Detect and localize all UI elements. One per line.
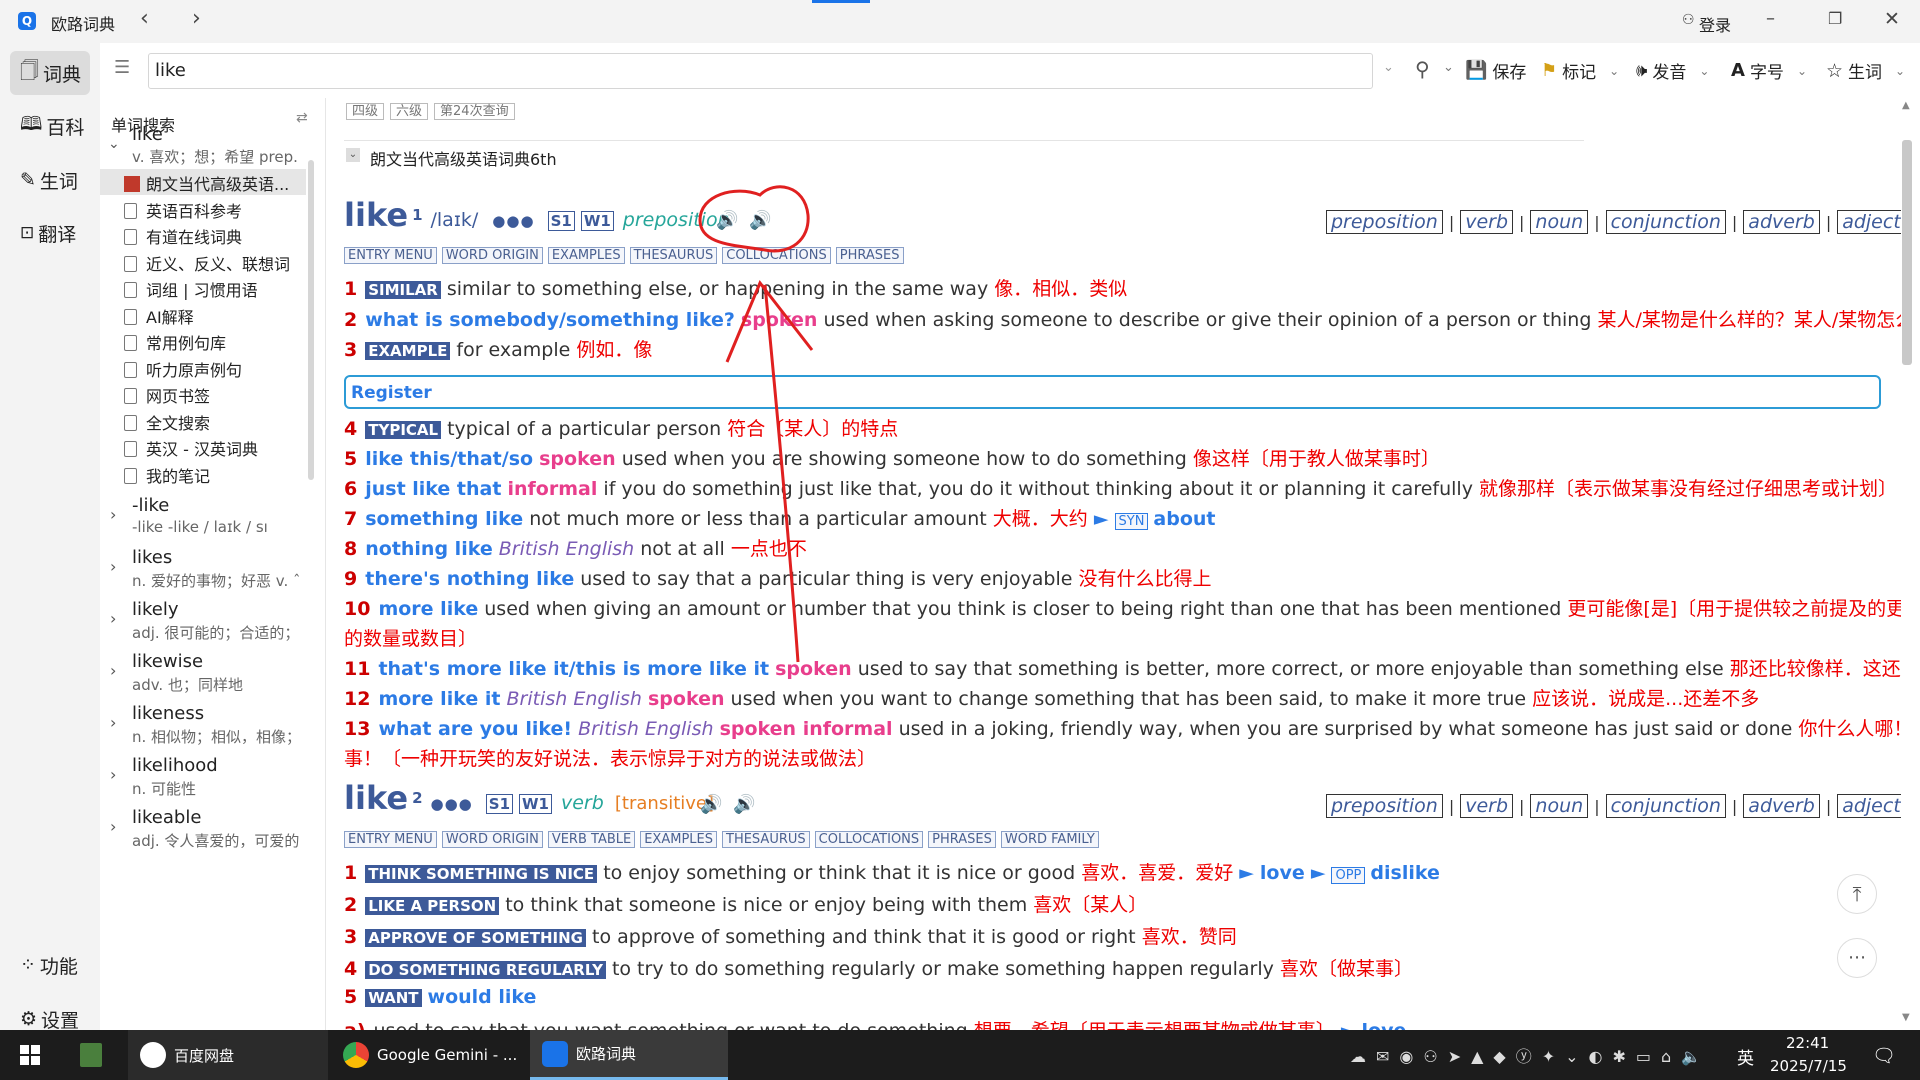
system-tray: ☁✉◉⚇➤▲◆ⓨ✦⌄◐✱▭⌂🔈	[1350, 1047, 1712, 1066]
clock-time[interactable]: 22:41	[1786, 1034, 1829, 1052]
taskbar-item-baidu[interactable]: 百度网盘	[128, 1030, 328, 1080]
windows-start-icon[interactable]	[20, 1045, 40, 1065]
ime-indicator[interactable]: 英	[1737, 1044, 1754, 1069]
notification-icon[interactable]: 🗨	[1872, 1044, 1896, 1067]
eudic-icon	[542, 1040, 568, 1067]
annotation-arrow-line	[763, 284, 800, 663]
red-annotation-overlay	[698, 185, 814, 663]
taskbar-item-eudic[interactable]: 欧路词典	[530, 1030, 728, 1080]
annotation-circle	[698, 185, 810, 253]
calculator-icon[interactable]	[80, 1043, 102, 1067]
chrome-icon	[343, 1042, 369, 1068]
clock-date[interactable]: 2025/7/15	[1770, 1057, 1847, 1075]
cloud-icon	[140, 1042, 166, 1068]
taskbar-item-chrome[interactable]: Google Gemini - ...	[331, 1030, 527, 1080]
